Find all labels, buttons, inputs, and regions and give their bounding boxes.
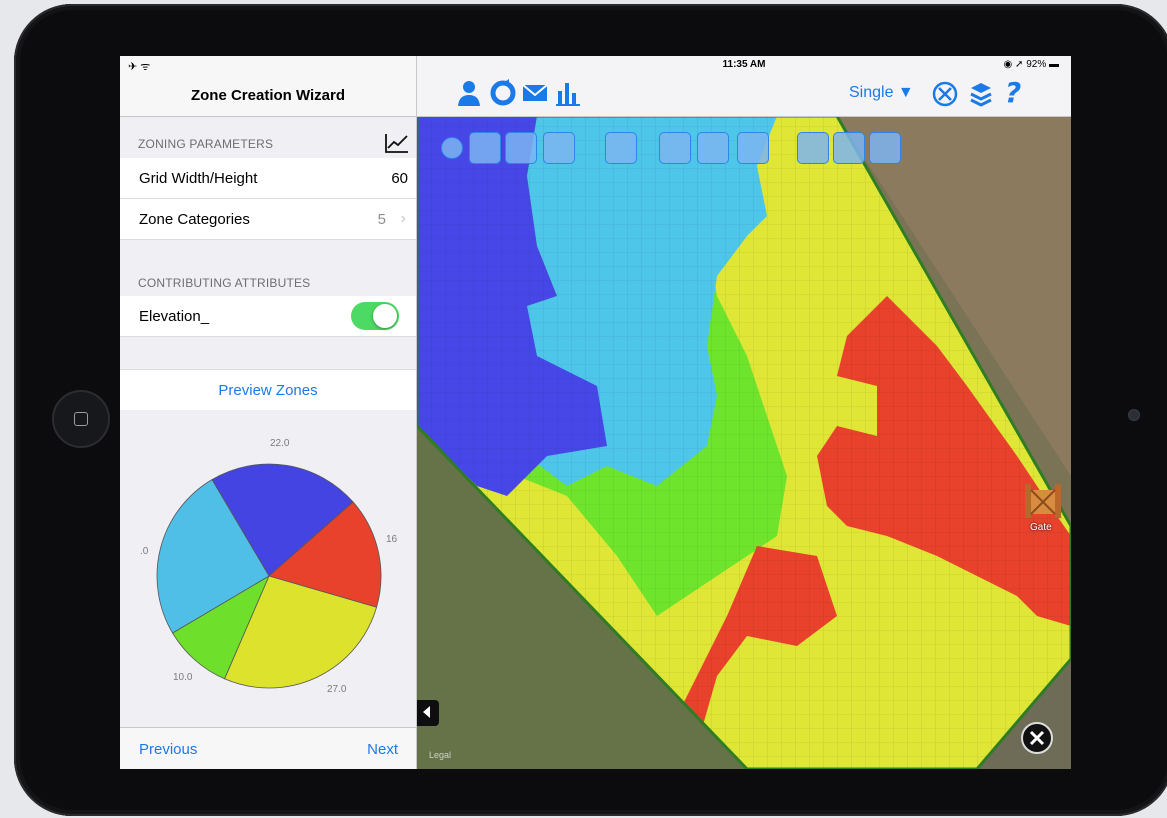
toggle-knob (373, 304, 397, 328)
front-camera (1128, 409, 1140, 421)
wizard-nav-bar: ✈ ᯤ Zone Creation Wizard (120, 56, 416, 117)
gate-label: Gate (1030, 522, 1052, 533)
bar-chart-icon[interactable] (555, 79, 583, 107)
airplane-wifi-icons: ✈ ᯤ (128, 61, 151, 73)
battery-indicator: ◉ ➚ 92% ▬ (1003, 59, 1059, 70)
elevation-toggle[interactable] (351, 302, 399, 330)
zone-categories-row[interactable]: Zone Categories 5 › (120, 199, 416, 240)
chevron-right-icon: › (400, 210, 406, 227)
sliders-icon[interactable] (659, 132, 691, 164)
home-square-icon (74, 412, 88, 426)
info-icon[interactable] (605, 132, 637, 164)
tools-button[interactable] (1021, 722, 1053, 754)
mail-icon[interactable] (521, 79, 549, 107)
battery-percent: 92% (1026, 59, 1047, 70)
zone-pie-chart: 22.0 16 .0 10.0 27.0 (120, 410, 416, 726)
zone-categories-label: Zone Categories (139, 211, 250, 228)
map-toolbar: Single ▼ ? (417, 72, 1071, 117)
elevation-row: Elevation_ (120, 296, 416, 337)
home-button[interactable] (52, 390, 110, 448)
edit-note-icon[interactable] (737, 132, 769, 164)
next-button[interactable]: Next (367, 741, 398, 758)
grid-size-label: Grid Width/Height (139, 170, 258, 187)
pie-label-top: 22.0 (270, 438, 290, 449)
layers-icon[interactable] (967, 80, 995, 108)
clock: 11:35 AM (722, 59, 766, 70)
clipboard-icon[interactable] (505, 132, 537, 164)
sync-icon[interactable] (489, 79, 517, 107)
grid-size-row[interactable]: Grid Width/Height 60 (120, 158, 416, 199)
back-arrow-icon[interactable] (441, 137, 463, 159)
grid-size-value: 60 (391, 170, 408, 187)
compass-icon[interactable] (931, 80, 959, 108)
pie-label-bottom-right: 27.0 (327, 684, 347, 695)
zone-wizard-panel: ✈ ᯤ Zone Creation Wizard ZONING PARAMETE… (120, 56, 417, 769)
zone-categories-value: 5 (377, 211, 386, 228)
wizard-title: Zone Creation Wizard (190, 87, 346, 104)
screen: ✈ ᯤ Zone Creation Wizard ZONING PARAMETE… (120, 56, 1071, 769)
elevation-label: Elevation_ (139, 308, 210, 325)
triangle-left-icon (423, 706, 430, 718)
contributing-attributes-header: CONTRIBUTING ATTRIBUTES (138, 276, 311, 290)
pencil-square-icon[interactable] (797, 132, 829, 164)
wizard-footer: Previous Next (120, 727, 416, 769)
wrench-icon (1029, 730, 1045, 746)
delete-box-icon[interactable] (833, 132, 865, 164)
pie-label-bottom-left: 10.0 (173, 672, 193, 683)
pie-label-right: 16 (386, 534, 398, 545)
legal-link[interactable]: Legal (429, 750, 451, 760)
help-button[interactable]: ? (1005, 76, 1021, 109)
user-icon[interactable] (455, 79, 483, 107)
list-icon[interactable] (469, 132, 501, 164)
flag-icon[interactable] (697, 132, 729, 164)
preview-zones-button[interactable]: Preview Zones (120, 369, 416, 411)
line-chart-icon[interactable] (384, 132, 410, 154)
status-bar: 11:35 AM ◉ ➚ 92% ▬ (417, 56, 1071, 72)
collapse-panel-button[interactable] (417, 700, 439, 726)
flask-icon[interactable] (543, 132, 575, 164)
zoning-parameters-header: ZONING PARAMETERS (138, 137, 274, 151)
zone-map[interactable]: 11:35 AM ◉ ➚ 92% ▬ Single ▼ ? Gate Legal (417, 56, 1071, 769)
grid-box-icon[interactable] (869, 132, 901, 164)
preview-zones-label: Preview Zones (218, 382, 318, 399)
pie-svg (156, 463, 382, 689)
previous-button[interactable]: Previous (139, 741, 197, 758)
pie-label-left: .0 (140, 546, 149, 557)
selection-mode-dropdown[interactable]: Single ▼ (849, 84, 914, 102)
